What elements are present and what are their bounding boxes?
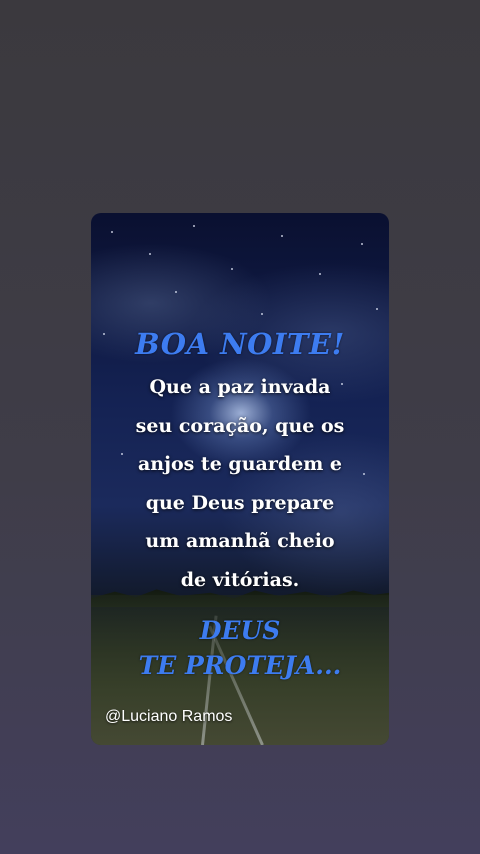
- blessing-line: TE PROTEJA...: [138, 651, 342, 680]
- star: [319, 273, 321, 275]
- author-watermark: @Luciano Ramos: [105, 708, 233, 725]
- star: [231, 268, 233, 270]
- message-line: de vitórias.: [180, 568, 300, 591]
- star: [281, 235, 283, 237]
- star: [149, 253, 151, 255]
- message-text: Que a paz invada seu coração, que os anj…: [91, 368, 389, 599]
- blessing-text: DEUS TE PROTEJA...: [91, 613, 389, 683]
- message-line: seu coração, que os: [135, 414, 345, 437]
- star: [376, 308, 378, 310]
- message-line: anjos te guardem e: [137, 453, 343, 475]
- message-line: que Deus prepare: [145, 491, 335, 514]
- message-line: um amanhã cheio: [145, 530, 335, 552]
- image-card[interactable]: BOA NOITE! Que a paz invada seu coração,…: [91, 213, 389, 745]
- star: [175, 291, 177, 293]
- star: [193, 225, 195, 227]
- blessing-line: DEUS: [199, 616, 281, 645]
- greeting-title: BOA NOITE!: [135, 327, 345, 361]
- star: [261, 313, 263, 315]
- star: [111, 231, 113, 233]
- message-line: Que a paz invada: [149, 376, 331, 398]
- star: [361, 243, 363, 245]
